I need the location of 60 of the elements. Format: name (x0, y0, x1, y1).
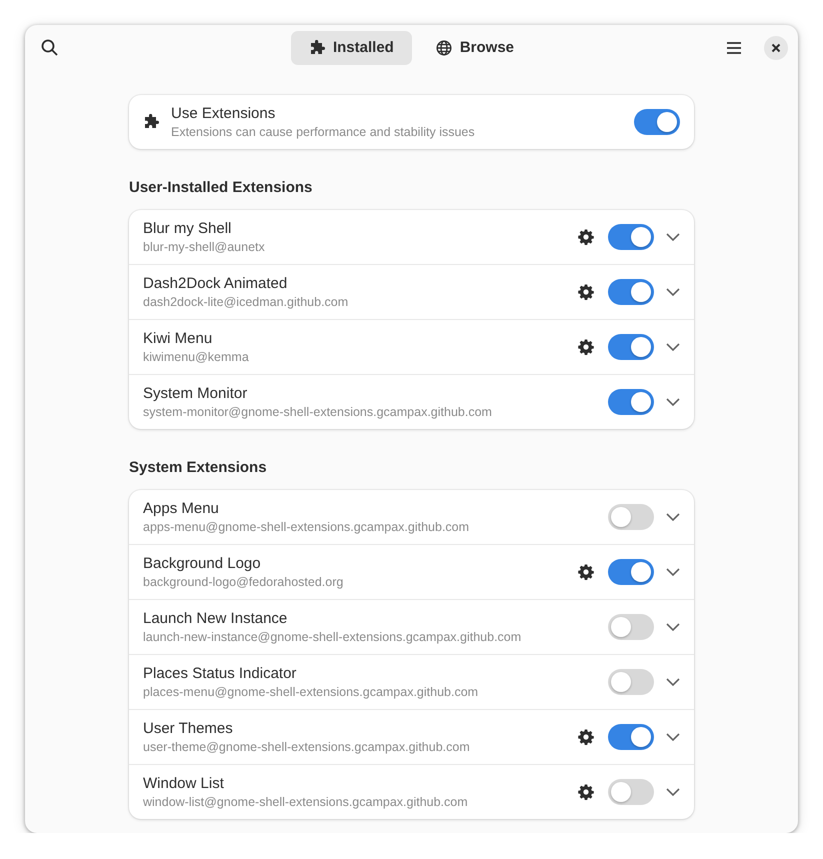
toggle-switch[interactable] (608, 724, 654, 750)
extension-id: dash2dock-lite@icedman.github.com (143, 295, 350, 309)
chevron-icon[interactable] (666, 788, 680, 796)
extension-name: Kiwi Menu (143, 330, 214, 347)
settings-icon[interactable] (578, 564, 594, 580)
chevron-icon[interactable] (666, 288, 680, 296)
chevron-icon[interactable] (666, 568, 680, 576)
extension-id: apps-menu@gnome-shell-extensions.gcampax.github.com (143, 520, 470, 534)
extension-name: Places Status Indicator (143, 665, 298, 682)
extension-name: Apps Menu (143, 500, 220, 517)
menu-icon (726, 40, 742, 54)
toggle-switch[interactable] (608, 669, 654, 695)
toggle-switch[interactable] (608, 389, 654, 415)
extension-name: System Monitor (143, 385, 248, 402)
chevron-icon[interactable] (666, 398, 680, 406)
toggle-switch[interactable] (608, 224, 654, 250)
extension-name: Window List (143, 775, 225, 792)
toggle-switch[interactable] (608, 614, 654, 640)
settings-icon[interactable] (578, 229, 594, 245)
toggle-switch[interactable] (608, 779, 654, 805)
tab[interactable]: Installed (290, 30, 412, 64)
settings-icon[interactable] (578, 729, 594, 745)
extension-id: places-menu@gnome-shell-extensions.gcampax.github.com (143, 685, 480, 699)
toggle-switch[interactable] (608, 559, 654, 585)
globe-icon (436, 40, 452, 56)
extension-id: launch-new-instance@gnome-shell-extensions.gcampax.github.com (143, 630, 522, 644)
chevron-icon[interactable] (666, 343, 680, 351)
settings-icon[interactable] (578, 339, 594, 355)
extension-name: Launch New Instance (143, 610, 288, 627)
chevron-icon[interactable] (666, 733, 680, 741)
chevron-icon[interactable] (666, 233, 680, 241)
extension-id: window-list@gnome-shell-extensions.gcampax.github.com (143, 795, 469, 809)
tab[interactable]: Browse (418, 30, 532, 64)
toggle-switch[interactable] (634, 109, 680, 135)
extension-name: Blur my Shell (143, 220, 232, 237)
extension-id: background-logo@fedorahosted.org (143, 575, 344, 589)
toggle-switch[interactable] (608, 334, 654, 360)
extension-id: user-theme@gnome-shell-extensions.gcampax.github.com (143, 740, 471, 754)
settings-icon[interactable] (578, 784, 594, 800)
row-title: Use Extensions (171, 105, 276, 122)
extension-name: Background Logo (143, 555, 262, 572)
section-heading: System Extensions (129, 459, 268, 476)
section-heading: User-Installed Extensions (129, 179, 314, 196)
extension-id: kiwimenu@kemma (143, 350, 250, 364)
extension-name: User Themes (143, 720, 234, 737)
search-icon (40, 39, 58, 56)
puzzle-icon (308, 40, 325, 56)
toggle-switch[interactable] (608, 504, 654, 530)
extension-id: system-monitor@gnome-shell-extensions.gcampax.github.com (143, 405, 493, 419)
chevron-icon[interactable] (666, 678, 680, 686)
close-button[interactable] (764, 36, 788, 60)
toggle-switch[interactable] (608, 279, 654, 305)
chevron-icon[interactable] (666, 623, 680, 631)
extension-name: Dash2Dock Animated (143, 275, 288, 292)
chevron-icon[interactable] (666, 513, 680, 521)
settings-icon[interactable] (578, 284, 594, 300)
close-icon (771, 42, 781, 52)
extension-id: blur-my-shell@aunetx (143, 240, 266, 254)
row-subtitle: Extensions can cause performance and stability issues (171, 125, 476, 139)
puzzle-icon (143, 114, 159, 130)
